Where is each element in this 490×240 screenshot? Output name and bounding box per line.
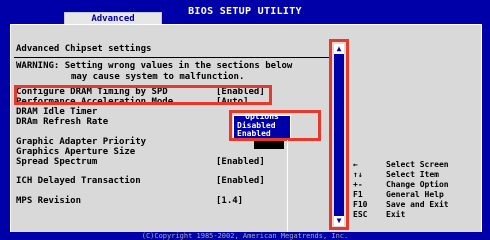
help-key-esc: ESC (353, 210, 368, 219)
setting-label-dram-refresh[interactable]: DRAm Refresh Rate (16, 117, 108, 127)
setting-label-aperture[interactable]: Graphics Aperture Size (16, 147, 135, 157)
title-bar: BIOS SETUP UTILITY Advanced (0, 0, 490, 25)
help-desc-save-exit: Save and Exit (386, 200, 449, 209)
setting-label-dram-idle[interactable]: DRAM Idle Timer (16, 107, 97, 117)
help-key-left-icon: ← (353, 160, 358, 169)
help-desc-exit: Exit (386, 210, 406, 219)
warning-line-1: WARNING: Setting wrong values in the sec… (16, 61, 293, 71)
setting-value-ich-delayed[interactable]: [Enabled] (216, 176, 265, 186)
copyright-footer: (C)Copyright 1985-2002, American Megatre… (0, 232, 490, 240)
annotation-line (287, 140, 288, 236)
help-key-f1: F1 (353, 190, 363, 199)
help-key-updown-icon: ↑↓ (353, 170, 363, 179)
warning-line-2: may cause system to malfunction. (71, 72, 245, 82)
help-key-plusminus: +- (353, 180, 363, 189)
setting-label-mps-revision[interactable]: MPS Revision (16, 196, 81, 206)
highlight-box-popup (229, 110, 321, 141)
setting-value-mps-revision[interactable]: [1.4] (216, 196, 243, 206)
help-desc-general-help: General Help (386, 190, 444, 199)
setting-label-spread-spectrum[interactable]: Spread Spectrum (16, 157, 97, 167)
highlight-box-setting (14, 85, 272, 105)
setting-label-ich-delayed[interactable]: ICH Delayed Transaction (16, 176, 141, 186)
section-title: Advanced Chipset settings (16, 44, 152, 54)
setting-value-spread-spectrum[interactable]: [Enabled] (216, 157, 265, 167)
help-desc-select-item: Select Item (386, 170, 439, 179)
help-desc-select-screen: Select Screen (386, 160, 449, 169)
setting-label-graphic-priority[interactable]: Graphic Adapter Priority (16, 137, 146, 147)
help-desc-change-option: Change Option (386, 180, 449, 189)
highlight-box-scrollbar (329, 39, 349, 230)
title-divider (14, 57, 330, 58)
help-key-f10: F10 (353, 200, 368, 209)
